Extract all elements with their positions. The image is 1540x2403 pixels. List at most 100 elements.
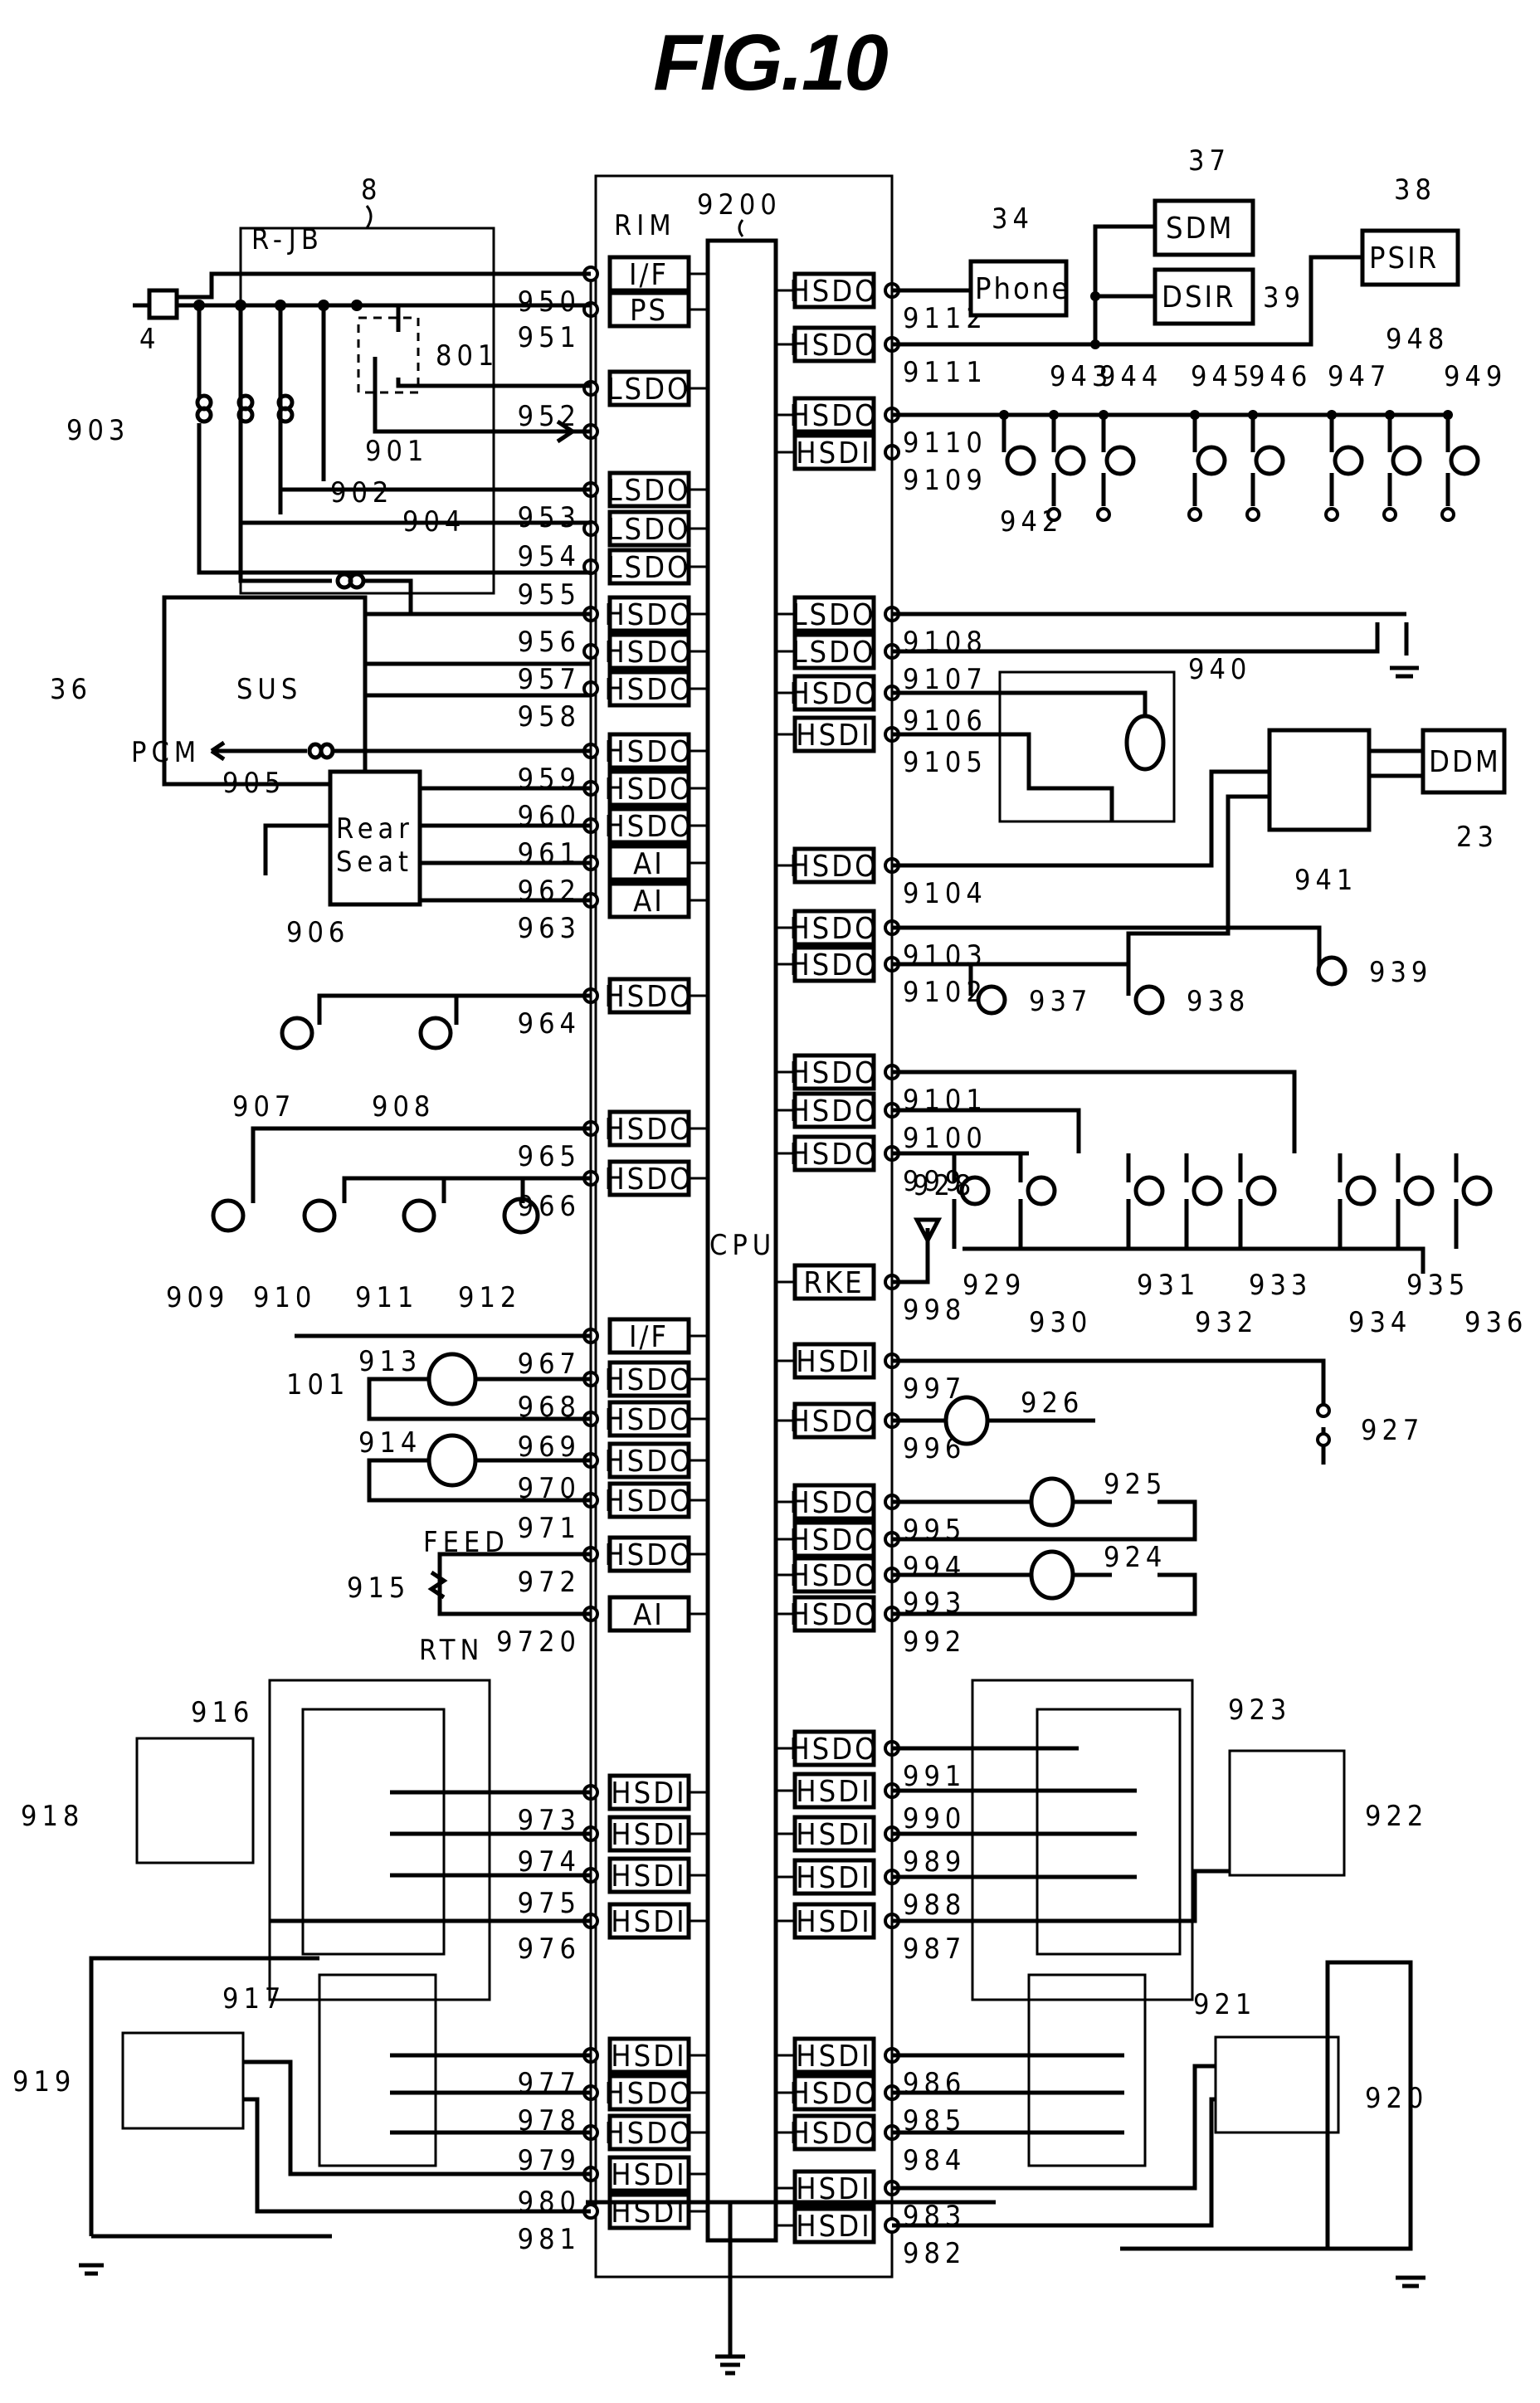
- switch-contact: [1382, 507, 1397, 522]
- lamp-908-ref: 908: [372, 1090, 435, 1124]
- channel-type: HSDI: [611, 2040, 686, 2074]
- pin-number: 991: [903, 1760, 966, 1793]
- right-channel-list: HSDO9112HSDO9111HSDO9110HSDI9109LSDO9108…: [776, 271, 987, 2270]
- pin-number: 956: [518, 626, 581, 659]
- switch-contact: [1324, 507, 1339, 522]
- right-channel: HSDO 9111: [776, 325, 987, 389]
- lamp-938-icon: [1133, 984, 1165, 1016]
- pin-number: 987: [903, 1933, 966, 1966]
- pin-number: 976: [518, 1933, 581, 1966]
- dsir-ref: 39: [1263, 281, 1305, 314]
- pin-number: 994: [903, 1551, 966, 1584]
- rtn-label: RTN: [419, 1634, 484, 1667]
- pin-number: 984: [903, 2144, 966, 2177]
- lamp-ref: 944: [1099, 360, 1162, 393]
- pin-number: 959: [518, 763, 581, 796]
- channel-type: I/F: [629, 258, 669, 292]
- pin-number: 9103: [903, 939, 987, 972]
- fuse-905-ref: 905: [222, 767, 285, 800]
- motor-925-ref: 925: [1104, 1468, 1167, 1501]
- channel-type: AI: [633, 847, 665, 881]
- rjb-ref: 8: [361, 173, 382, 207]
- pin-number: 9110: [903, 426, 987, 460]
- junction-dot: [1190, 410, 1200, 420]
- sus-label: SUS: [236, 673, 302, 706]
- lamp-item: 944: [1096, 360, 1162, 522]
- switch-927-ref: 927: [1361, 1414, 1424, 1447]
- channel-type: HSDO: [789, 1056, 878, 1090]
- junction-dot: [1327, 410, 1337, 420]
- pin-number: 9111: [903, 356, 987, 389]
- pin-number: 995: [903, 1513, 966, 1547]
- junction-dot: [1248, 410, 1258, 420]
- channel-type: AI: [633, 885, 665, 919]
- pin-number: 992: [903, 1626, 966, 1659]
- channel-type: HSDO: [604, 810, 693, 844]
- channel-type: HSDO: [604, 2077, 693, 2111]
- channel-type: HSDO: [789, 1733, 878, 1767]
- lamp-911-icon: [402, 1198, 436, 1233]
- pin-number: 9105: [903, 746, 987, 779]
- pin-number: 967: [518, 1348, 581, 1381]
- left-channel: HSDO 972: [518, 1535, 708, 1599]
- rear-seat-label-2: Seat: [336, 846, 413, 879]
- pin-number: 958: [518, 700, 581, 734]
- channel-type: HSDO: [789, 329, 878, 363]
- channel-type: HSDO: [604, 773, 693, 807]
- right-channel: HSDO996: [776, 1401, 961, 1465]
- lamp-ref: 949: [1444, 360, 1507, 393]
- lamp-icon: [1104, 445, 1136, 476]
- block-941: [1267, 728, 1372, 832]
- fuse-icon: [195, 393, 295, 424]
- channel-type: HSDO: [789, 677, 878, 711]
- pin-number: 983: [903, 2200, 966, 2233]
- lamp-item: 945: [1187, 360, 1249, 522]
- pin-number: 966: [518, 1190, 581, 1223]
- switch-assembly-923-outer: [971, 1679, 1194, 2001]
- channel-type: HSDO: [604, 1445, 693, 1479]
- bus-101-ref: 101: [286, 1368, 349, 1401]
- junction-dot: [1099, 410, 1109, 420]
- switch-assembly-918: [135, 1737, 255, 1864]
- channel-type: HSDI: [611, 1860, 686, 1894]
- sw-921-ref: 921: [1193, 1988, 1256, 2021]
- rim-label: RIM: [614, 209, 676, 242]
- lamp-item: 947: [1324, 360, 1386, 522]
- left-channel-list: I/F 950 PS 951 LSDO 952 LSDO 953 LSDO 954 LSDO 955 H…: [496, 255, 708, 2256]
- switch-contact: [1096, 507, 1111, 522]
- right-channel: RKE 998: [776, 1263, 961, 1327]
- lamp-939-ref: 939: [1369, 956, 1432, 989]
- lamp-item: 933: [1238, 1153, 1307, 1302]
- channel-type: HSDI: [796, 1775, 871, 1809]
- lamp-icon: [1333, 445, 1364, 476]
- relay-801-ref: 801: [436, 339, 499, 373]
- pin-number: 952: [518, 400, 581, 433]
- pin-number: 9102: [903, 976, 987, 1009]
- pin-number: 951: [518, 321, 581, 354]
- sw-922-ref: 922: [1365, 1800, 1428, 1833]
- lamp-icon: [1196, 445, 1227, 476]
- switch-927-contact: [1316, 1432, 1331, 1447]
- motor-926-ref: 926: [1021, 1387, 1084, 1420]
- motor-914-ref: 914: [358, 1426, 422, 1460]
- left-channel: LSDO 952: [518, 369, 708, 433]
- antenna-wire: [892, 1228, 930, 1284]
- left-channel: AI 9720: [496, 1595, 708, 1659]
- channel-type: HSDO: [604, 980, 693, 1014]
- channel-type: HSDO: [604, 673, 693, 707]
- lamp-ref: 929: [962, 1269, 1026, 1302]
- lamp-ref: 931: [1137, 1269, 1200, 1302]
- sus-ref: 36: [50, 673, 92, 706]
- rear-seat-ref: 906: [286, 916, 349, 949]
- lower-lamp-bank: 929930 931 932 933 934 935 936: [952, 1153, 1523, 1339]
- pin-number: 964: [518, 1007, 581, 1041]
- lamp-icon: [1245, 1175, 1277, 1206]
- junction-dot: [1090, 291, 1100, 301]
- lamp-910-icon: [302, 1198, 337, 1233]
- switch-contact: [1440, 507, 1455, 522]
- channel-type: HSDI: [796, 1345, 871, 1379]
- dsir-label: DSIR: [1162, 280, 1236, 314]
- channel-type: HSDI: [796, 1861, 871, 1895]
- switch-contact: [1187, 507, 1202, 522]
- channel-type: HSDO: [789, 2077, 878, 2111]
